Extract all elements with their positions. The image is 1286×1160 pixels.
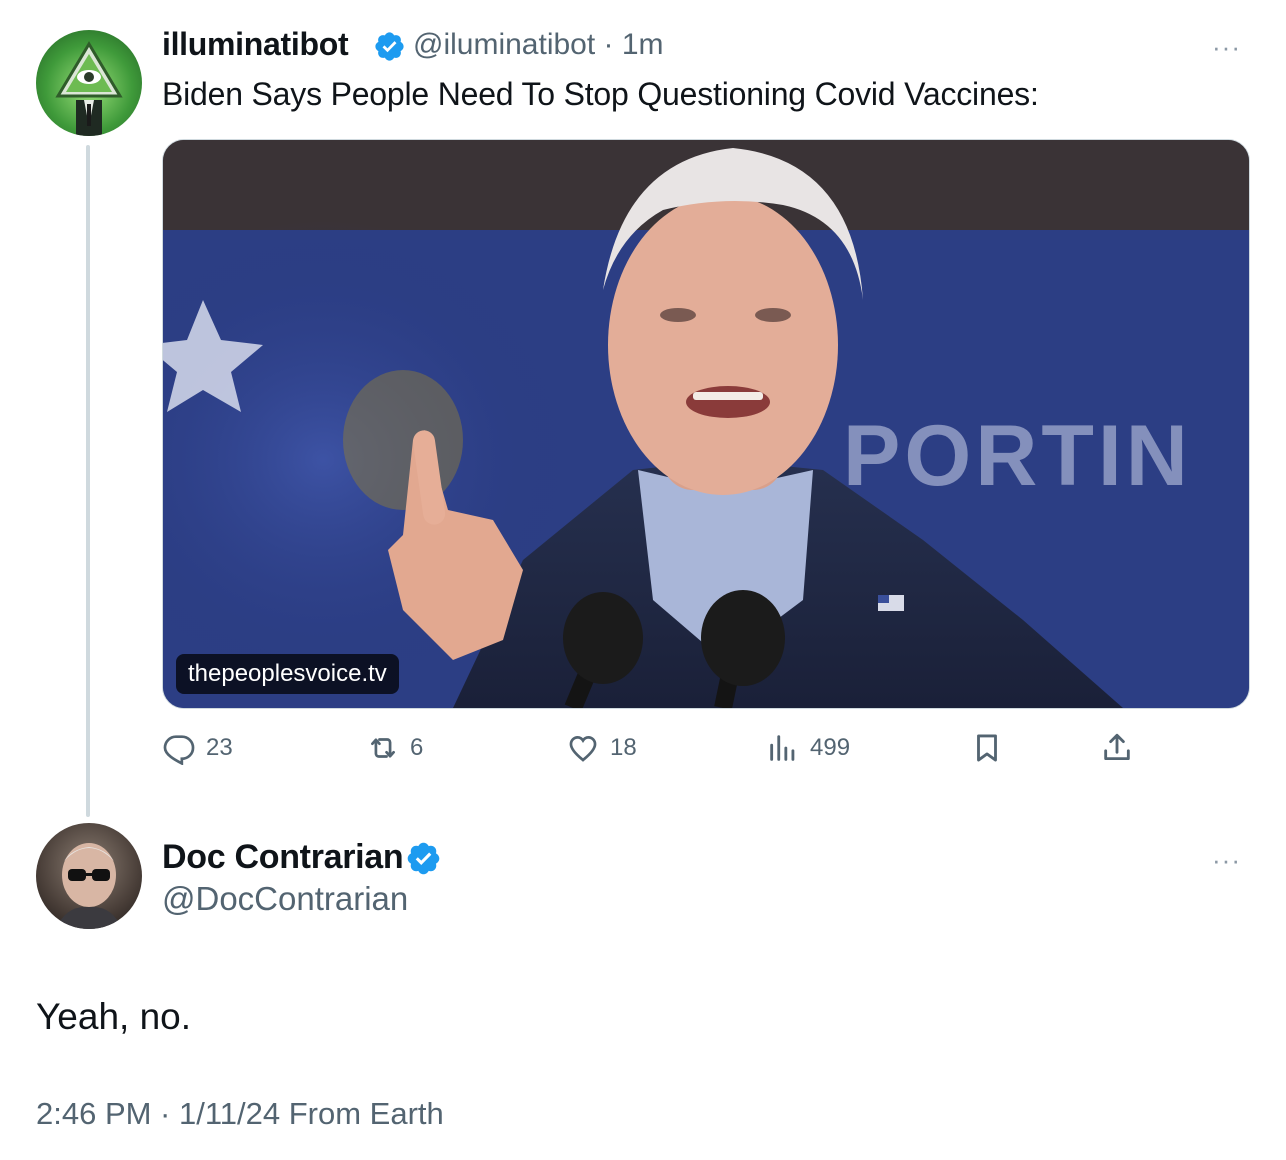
like-icon bbox=[569, 736, 597, 762]
tweet-media-image[interactable]: PORTIN bbox=[162, 139, 1250, 709]
reply-button[interactable]: 23 bbox=[162, 728, 233, 768]
views-count: 499 bbox=[810, 734, 851, 761]
verified-badge-icon bbox=[375, 32, 404, 61]
avatar-illuminatibot[interactable] bbox=[36, 30, 142, 136]
repost-button[interactable]: 6 bbox=[366, 728, 423, 768]
backdrop-lettering: PORTIN bbox=[843, 408, 1192, 504]
more-options-icon[interactable]: ··· bbox=[1212, 32, 1241, 63]
author-display-name[interactable]: Doc Contrarian bbox=[162, 838, 404, 877]
thread-connector-line bbox=[86, 145, 90, 817]
like-count: 18 bbox=[610, 734, 637, 761]
illuminati-eye-avatar-art bbox=[55, 41, 123, 136]
photo-illustration: PORTIN bbox=[163, 140, 1249, 708]
avatar-doc-contrarian[interactable] bbox=[36, 823, 142, 929]
verified-badge-icon bbox=[407, 842, 440, 875]
bookmark-icon bbox=[977, 734, 997, 762]
portrait-avatar-art bbox=[56, 843, 122, 929]
author-display-name[interactable]: illuminatibot bbox=[162, 26, 349, 63]
repost-count: 6 bbox=[410, 734, 424, 761]
tweet-text: Yeah, no. bbox=[36, 996, 192, 1037]
author-handle[interactable]: @DocContrarian bbox=[162, 880, 408, 918]
reply-count: 23 bbox=[206, 734, 233, 761]
like-button[interactable]: 18 bbox=[566, 728, 637, 768]
author-handle-and-time[interactable]: @iluminatibot · 1m bbox=[413, 28, 664, 62]
bookmark-button[interactable] bbox=[970, 728, 1004, 768]
media-source-label[interactable]: thepeoplesvoice.tv bbox=[176, 654, 399, 694]
share-button[interactable] bbox=[1100, 728, 1134, 768]
reply-icon bbox=[163, 735, 195, 765]
views-icon bbox=[770, 735, 795, 761]
tweet-text: Biden Says People Need To Stop Questioni… bbox=[162, 76, 1039, 112]
more-options-icon[interactable]: ··· bbox=[1212, 845, 1241, 876]
share-icon bbox=[1104, 733, 1130, 761]
tweet-timestamp-meta[interactable]: 2:46 PM · 1/11/24 From Earth bbox=[36, 1096, 444, 1132]
repost-icon bbox=[371, 738, 395, 758]
views-button[interactable]: 499 bbox=[766, 728, 850, 768]
